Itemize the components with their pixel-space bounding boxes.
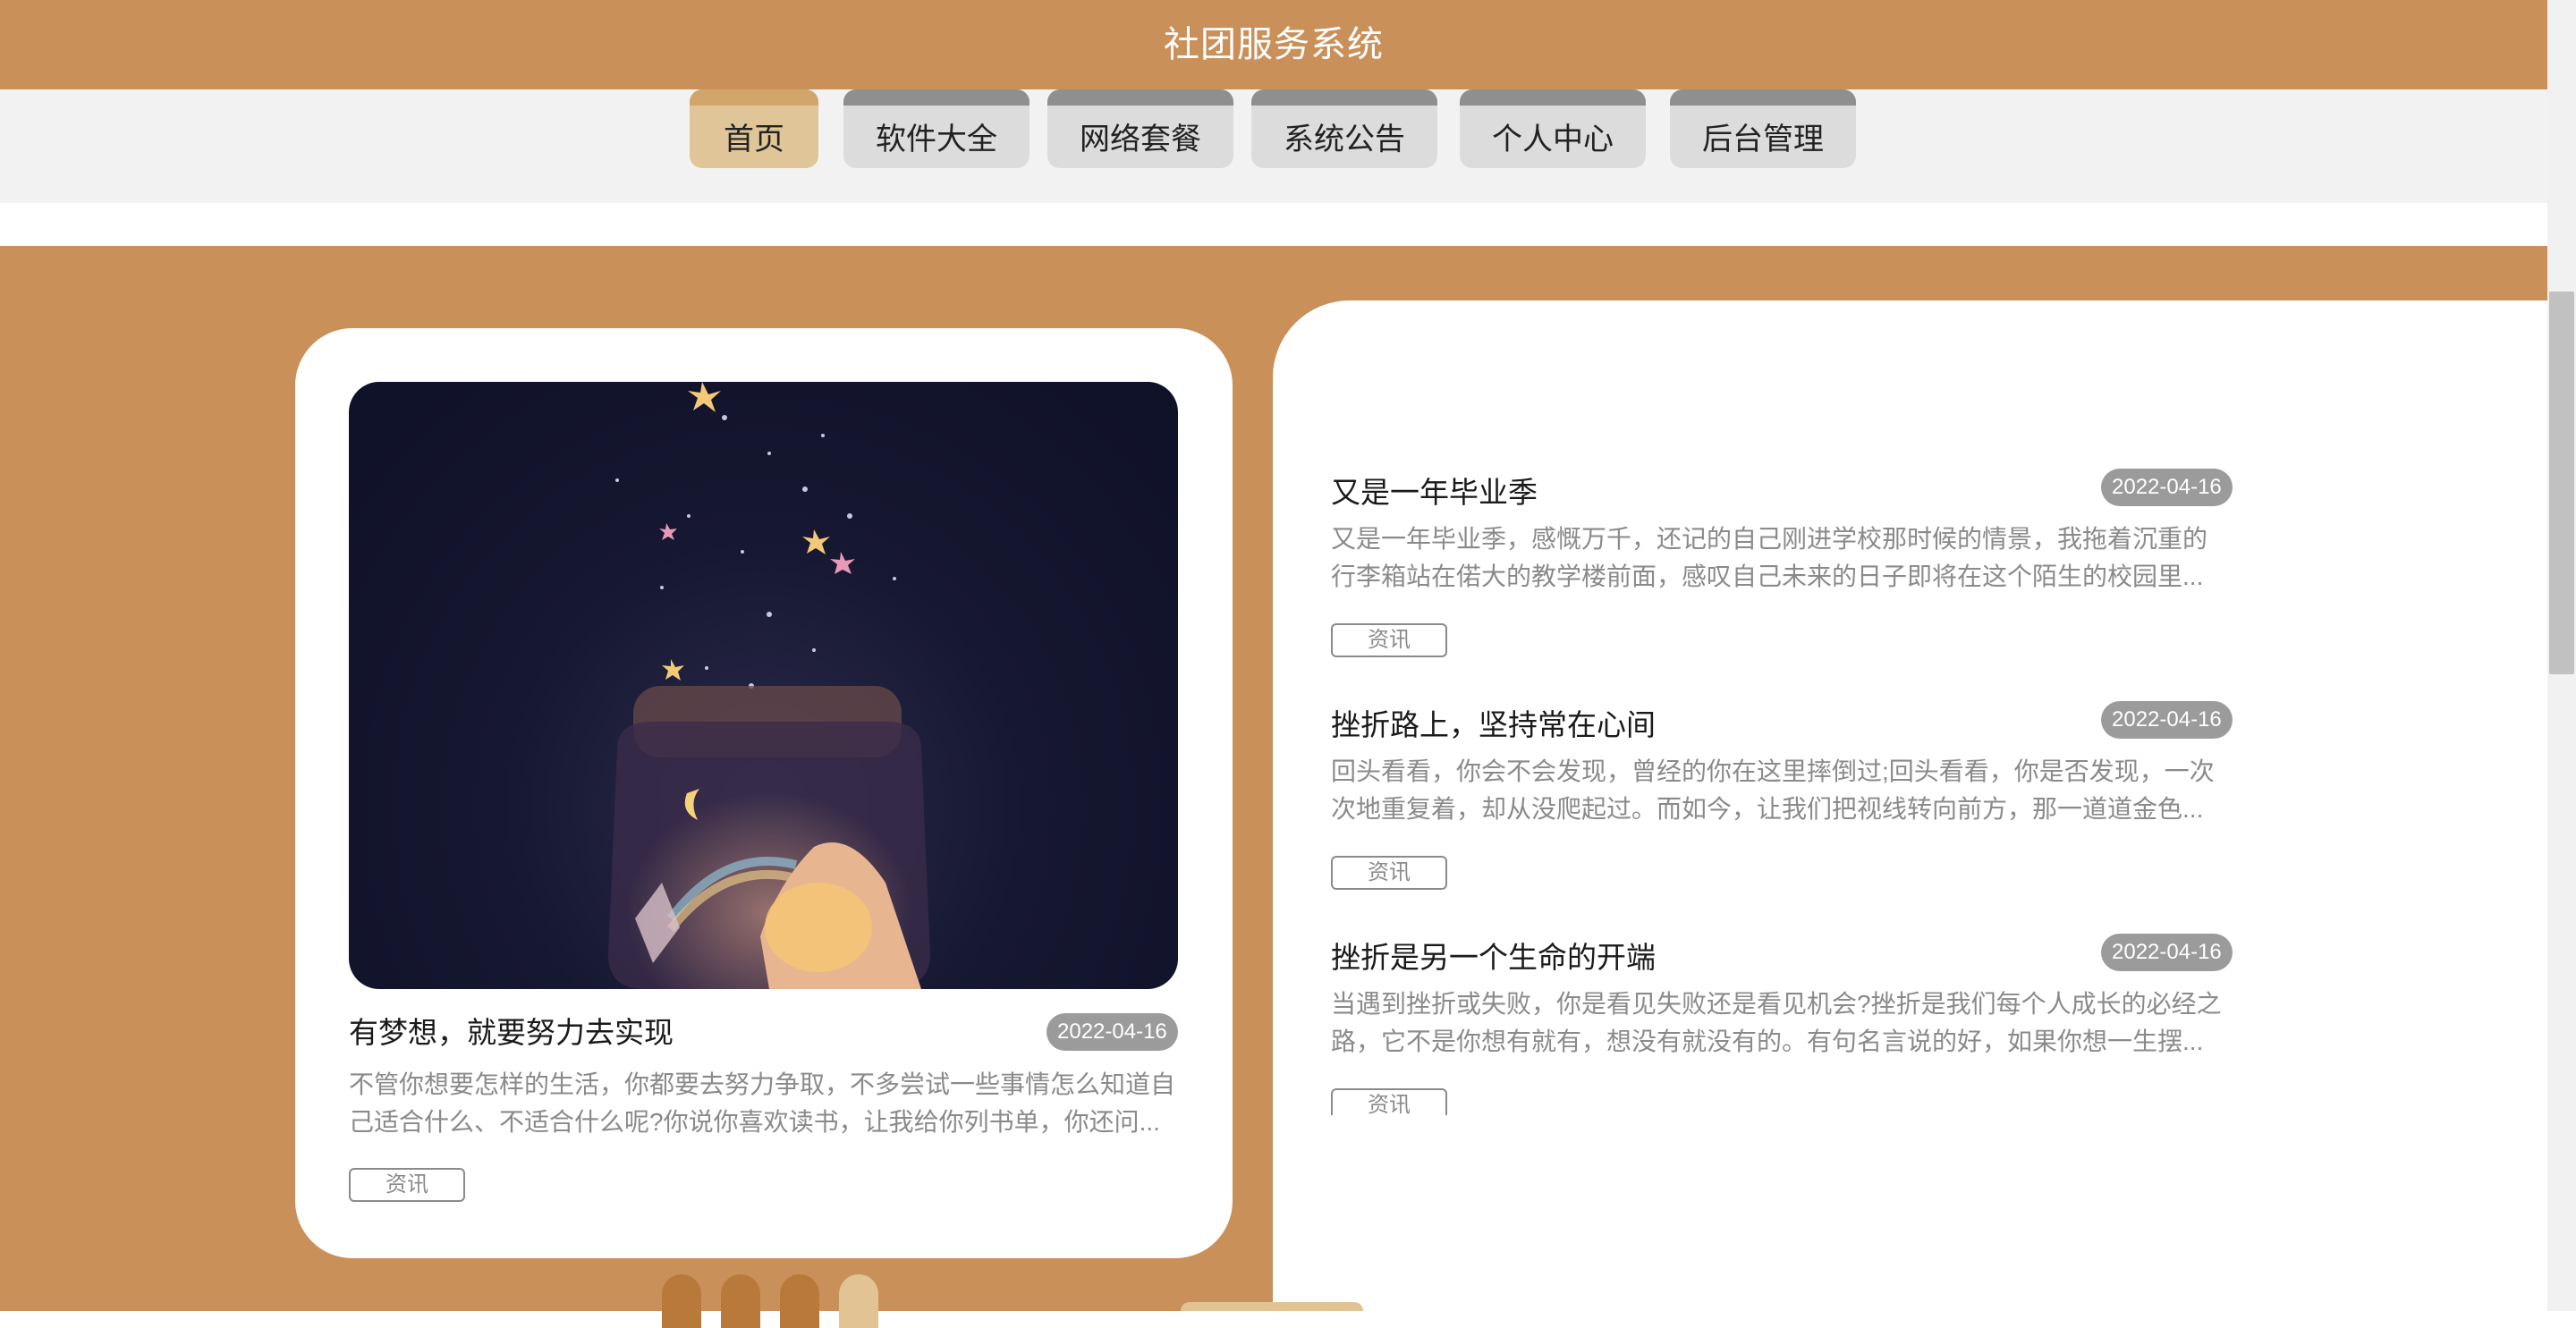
featured-excerpt: 不管你想要怎样的生活，你都要去努力争取，不多尝试一些事情怎么知道自 己适合什么、…: [349, 1066, 1190, 1141]
news-excerpt-2: 回头看看，你会不会发现，曾经的你在这里摔倒过;回头看看，你是否发现，一次 次地重…: [1331, 753, 2234, 828]
news-tag-2[interactable]: 资讯: [1331, 856, 1447, 890]
news-date-3: 2022-04-16: [2101, 934, 2233, 971]
news-date-1: 2022-04-16: [2101, 469, 2233, 506]
news-excerpt-3-line-2: 路，它不是你想有就有，想没有就没有的。有句名言说的好，如果你想一生摆...: [1331, 1028, 2204, 1055]
news-excerpt-1-line-2: 行李箱站在偌大的教学楼前面，感叹自己未来的日子即将在这个陌生的校园里...: [1331, 562, 2204, 590]
nav-announcements[interactable]: 系统公告: [1251, 89, 1437, 168]
nav-profile[interactable]: 个人中心: [1460, 89, 1646, 168]
news-excerpt-1-line-1: 又是一年毕业季，感慨万千，还记的自己刚进学校那时候的情景，我拖着沉重的: [1331, 525, 2208, 553]
news-title-1[interactable]: 又是一年毕业季: [1331, 469, 1538, 512]
carousel-dot-3[interactable]: [780, 1274, 819, 1328]
site-title: 社团服务系统: [1164, 25, 1384, 64]
featured-excerpt-line-2: 己适合什么、不适合什么呢?你说你喜欢读书，让我给你列书单，你还问...: [349, 1108, 1160, 1136]
news-tag-3[interactable]: 资讯: [1331, 1088, 1447, 1115]
featured-title[interactable]: 有梦想，就要努力去实现: [349, 1009, 674, 1052]
carousel-dot-1[interactable]: [662, 1274, 701, 1328]
news-title-2[interactable]: 挫折路上，坚持常在心间: [1331, 701, 1656, 744]
news-excerpt-1: 又是一年毕业季，感慨万千，还记的自己刚进学校那时候的情景，我拖着沉重的 行李箱站…: [1331, 520, 2234, 596]
nav-software[interactable]: 软件大全: [843, 89, 1030, 168]
news-date-2: 2022-04-16: [2101, 701, 2233, 739]
carousel-dot-4[interactable]: [839, 1274, 878, 1328]
app-header: 社团服务系统: [0, 0, 2547, 89]
nav-network-plans[interactable]: 网络套餐: [1047, 89, 1233, 168]
news-excerpt-2-line-2: 次地重复着，却从没爬起过。而如今，让我们把视线转向前方，那一道道金色...: [1331, 795, 2204, 823]
featured-tag[interactable]: 资讯: [349, 1168, 465, 1202]
news-tag-1[interactable]: 资讯: [1331, 623, 1447, 657]
news-excerpt-2-line-1: 回头看看，你会不会发现，曾经的你在这里摔倒过;回头看看，你是否发现，一次: [1331, 757, 2215, 785]
featured-date: 2022-04-16: [1046, 1013, 1178, 1051]
spacer: [0, 203, 2547, 246]
nav-home[interactable]: 首页: [690, 89, 818, 168]
main-nav: 首页 软件大全 网络套餐 系统公告 个人中心 后台管理: [0, 89, 2547, 203]
news-title-3[interactable]: 挫折是另一个生命的开端: [1331, 934, 1656, 977]
carousel-dot-2[interactable]: [721, 1274, 760, 1328]
starry-jar-photo[interactable]: [349, 382, 1178, 989]
news-excerpt-3: 当遇到挫折或失败，你是看见失败还是看见机会?挫折是我们每个人成长的必经之 路，它…: [1331, 985, 2234, 1061]
nav-admin[interactable]: 后台管理: [1670, 89, 1856, 168]
scrollbar-thumb[interactable]: [2549, 292, 2574, 674]
news-excerpt-3-line-1: 当遇到挫折或失败，你是看见失败还是看见机会?挫折是我们每个人成长的必经之: [1331, 990, 2222, 1018]
section-tab-peek: [1181, 1302, 1363, 1311]
featured-excerpt-line-1: 不管你想要怎样的生活，你都要去努力争取，不多尝试一些事情怎么知道自: [349, 1070, 1176, 1098]
